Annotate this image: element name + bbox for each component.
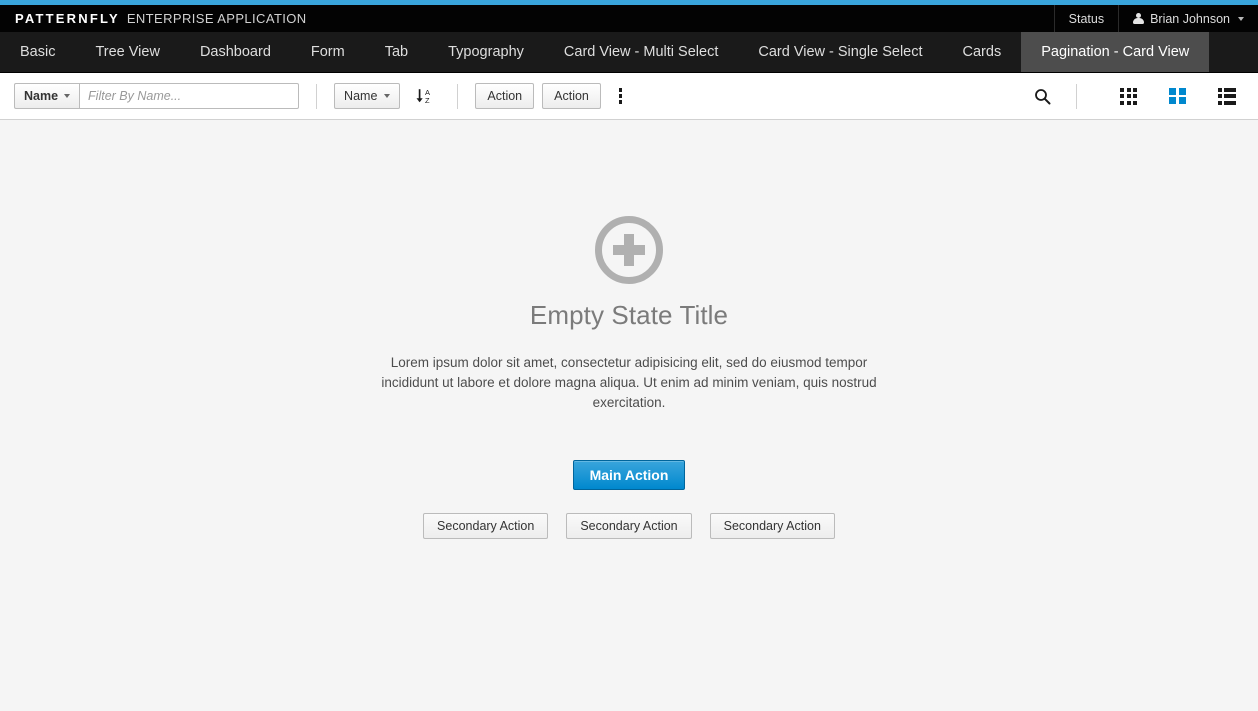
secondary-actions-row: Secondary Action Secondary Action Second… [0,513,1258,539]
view-toggle-table[interactable] [1112,84,1145,109]
empty-state-body: Lorem ipsum dolor sit amet, consectetur … [349,353,909,413]
filter-field-label: Name [24,89,59,103]
svg-text:Z: Z [425,96,430,105]
action-button-1[interactable]: Action [475,83,535,109]
list-icon [1217,87,1236,105]
secondary-action-button-2[interactable]: Secondary Action [566,513,692,539]
kebab-vertical-icon [618,94,623,98]
nav-item-tab[interactable]: Tab [365,32,428,72]
user-name-label: Brian Johnson [1150,11,1230,26]
filter-input[interactable] [79,83,300,109]
toolbar-kebab-menu-button[interactable] [612,86,630,106]
grid-9-icon [1120,87,1137,105]
grid-4-icon [1169,87,1186,105]
kebab-vertical-icon [618,88,623,92]
primary-navigation: Basic Tree View Dashboard Form Tab Typog… [0,32,1258,73]
chevron-down-icon [384,94,391,98]
content-area: Empty State Title Lorem ipsum dolor sit … [0,120,1258,709]
nav-item-form[interactable]: Form [291,32,365,72]
toolbar-right-group [1026,83,1244,109]
chevron-down-icon [1238,16,1244,21]
nav-item-cards[interactable]: Cards [943,32,1022,72]
brand-name: PATTERNFLY [15,11,120,26]
toolbar-divider [316,83,318,109]
plus-circle-icon [595,216,663,284]
sort-field-label: Name [344,89,378,103]
nav-item-card-view-multi-select[interactable]: Card View - Multi Select [544,32,738,72]
nav-item-dashboard[interactable]: Dashboard [180,32,291,72]
action-button-2[interactable]: Action [542,83,601,109]
brand-subtitle: ENTERPRISE APPLICATION [126,11,307,26]
filter-field-dropdown[interactable]: Name [14,83,80,109]
empty-state-body-line-1: Lorem ipsum dolor sit amet, consectetur … [390,355,868,370]
masthead-utility-nav: Status Brian Johnson [1053,5,1258,32]
main-action-button[interactable]: Main Action [572,460,686,490]
chevron-down-icon [64,94,71,98]
secondary-action-button-3[interactable]: Secondary Action [709,513,835,539]
search-button[interactable] [1026,84,1059,109]
view-toggle-list[interactable] [1210,84,1245,109]
empty-state-title: Empty State Title [529,300,729,330]
toolbar: Name Name A Z Action Action [0,73,1258,120]
nav-item-typography[interactable]: Typography [428,32,544,72]
status-menu-item[interactable]: Status [1053,5,1118,32]
toolbar-divider [457,83,459,109]
masthead: PATTERNFLY ENTERPRISE APPLICATION Status… [0,5,1258,32]
empty-state-body-line-2: incididunt ut labore et dolore magna ali… [381,375,877,410]
nav-item-basic[interactable]: Basic [0,32,75,72]
nav-item-tree-view[interactable]: Tree View [75,32,179,72]
secondary-action-button-1[interactable]: Secondary Action [423,513,549,539]
nav-item-card-view-single-select[interactable]: Card View - Single Select [738,32,942,72]
sort-field-dropdown[interactable]: Name [334,83,401,109]
view-toggle-card[interactable] [1161,84,1194,109]
filter-input-group: Name [14,83,300,109]
user-icon [1133,12,1145,25]
sort-direction-button[interactable]: A Z [409,87,440,106]
brand-logo[interactable]: PATTERNFLY ENTERPRISE APPLICATION [0,11,307,26]
user-menu[interactable]: Brian Johnson [1118,5,1258,32]
nav-item-pagination-card-view[interactable]: Pagination - Card View [1021,32,1210,72]
kebab-vertical-icon [618,100,623,104]
search-icon [1035,88,1051,104]
status-label: Status [1068,11,1105,26]
view-toggle-group [1112,84,1244,109]
toolbar-divider [1076,83,1077,109]
toolbar-left-group: Name Name A Z Action Action [14,83,629,109]
sort-alpha-asc-icon: A Z [416,88,430,105]
empty-state: Empty State Title Lorem ipsum dolor sit … [0,120,1258,539]
